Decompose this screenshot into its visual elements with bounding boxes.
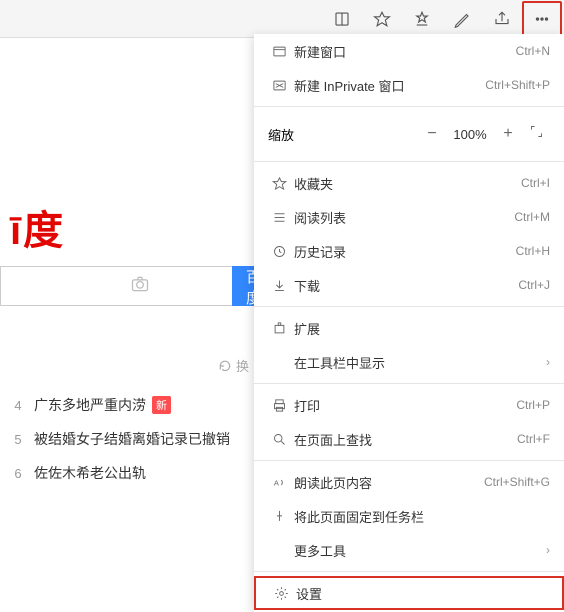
menu-separator bbox=[254, 106, 564, 107]
gear-icon bbox=[270, 586, 292, 601]
menu-settings[interactable]: 设置 bbox=[254, 576, 564, 610]
chevron-right-icon: › bbox=[546, 543, 550, 557]
hot-badge: 新 bbox=[152, 396, 171, 414]
menu-separator bbox=[254, 161, 564, 162]
reading-view-icon[interactable] bbox=[322, 1, 362, 37]
menu-reading-list[interactable]: 阅读列表 Ctrl+M bbox=[254, 200, 564, 234]
baidu-logo: ī度 bbox=[10, 198, 65, 256]
refresh-icon bbox=[218, 359, 232, 373]
menu-more-tools[interactable]: 更多工具 › bbox=[254, 533, 564, 567]
pin-icon bbox=[268, 509, 290, 524]
menu-history[interactable]: 历史记录 Ctrl+H bbox=[254, 234, 564, 268]
star-icon[interactable] bbox=[362, 1, 402, 37]
zoom-in-button[interactable]: + bbox=[494, 125, 522, 143]
settings-menu: 新建窗口 Ctrl+N 新建 InPrivate 窗口 Ctrl+Shift+P… bbox=[254, 34, 564, 612]
search-box: 百度一 bbox=[0, 266, 245, 306]
hot-rank: 6 bbox=[8, 466, 28, 481]
hot-title: 佐佐木希老公出轨 bbox=[34, 463, 146, 483]
hot-rank: 5 bbox=[8, 432, 28, 447]
menu-pin-taskbar[interactable]: 将此页面固定到任务栏 bbox=[254, 499, 564, 533]
list-item[interactable]: 6 佐佐木希老公出轨 bbox=[8, 456, 230, 490]
extensions-icon bbox=[268, 321, 290, 336]
menu-separator bbox=[254, 460, 564, 461]
favorites-list-icon[interactable] bbox=[402, 1, 442, 37]
history-icon bbox=[268, 244, 290, 259]
list-item[interactable]: 4 广东多地严重内涝 新 bbox=[8, 388, 230, 422]
menu-separator bbox=[254, 571, 564, 572]
fullscreen-button[interactable] bbox=[522, 124, 550, 144]
share-icon[interactable] bbox=[482, 1, 522, 37]
menu-print[interactable]: 打印 Ctrl+P bbox=[254, 388, 564, 422]
star-outline-icon bbox=[268, 176, 290, 191]
menu-downloads[interactable]: 下载 Ctrl+J bbox=[254, 268, 564, 302]
menu-read-aloud[interactable]: A 朗读此页内容 Ctrl+Shift+G bbox=[254, 465, 564, 499]
notes-icon[interactable] bbox=[442, 1, 482, 37]
zoom-out-button[interactable]: − bbox=[418, 125, 446, 143]
menu-separator bbox=[254, 306, 564, 307]
hot-rank: 4 bbox=[8, 398, 28, 413]
chevron-right-icon: › bbox=[546, 355, 550, 369]
search-icon bbox=[268, 432, 290, 447]
print-icon bbox=[268, 398, 290, 413]
refresh-hint[interactable]: 换 bbox=[218, 356, 249, 375]
inprivate-icon bbox=[268, 78, 290, 93]
camera-icon[interactable] bbox=[130, 274, 150, 299]
window-icon bbox=[268, 44, 290, 59]
menu-new-window[interactable]: 新建窗口 Ctrl+N bbox=[254, 34, 564, 68]
hot-list: 4 广东多地严重内涝 新 5 被结婚女子结婚离婚记录已撤销 6 佐佐木希老公出轨 bbox=[8, 388, 230, 490]
menu-extensions[interactable]: 扩展 bbox=[254, 311, 564, 345]
menu-separator bbox=[254, 383, 564, 384]
zoom-value: 100% bbox=[446, 127, 494, 142]
more-icon[interactable] bbox=[522, 1, 562, 37]
download-icon bbox=[268, 278, 290, 293]
menu-new-inprivate[interactable]: 新建 InPrivate 窗口 Ctrl+Shift+P bbox=[254, 68, 564, 102]
search-input[interactable] bbox=[0, 266, 232, 306]
menu-show-in-toolbar[interactable]: 在工具栏中显示 › bbox=[254, 345, 564, 379]
menu-find[interactable]: 在页面上查找 Ctrl+F bbox=[254, 422, 564, 456]
list-item[interactable]: 5 被结婚女子结婚离婚记录已撤销 bbox=[8, 422, 230, 456]
hot-title: 广东多地严重内涝 bbox=[34, 395, 146, 415]
svg-text:A: A bbox=[273, 478, 278, 487]
hot-title: 被结婚女子结婚离婚记录已撤销 bbox=[34, 429, 230, 449]
menu-favorites[interactable]: 收藏夹 Ctrl+I bbox=[254, 166, 564, 200]
menu-zoom: 缩放 − 100% + bbox=[254, 111, 564, 157]
zoom-label: 缩放 bbox=[268, 125, 418, 144]
read-aloud-icon: A bbox=[268, 475, 290, 490]
browser-toolbar bbox=[0, 0, 564, 38]
reading-list-icon bbox=[268, 210, 290, 225]
